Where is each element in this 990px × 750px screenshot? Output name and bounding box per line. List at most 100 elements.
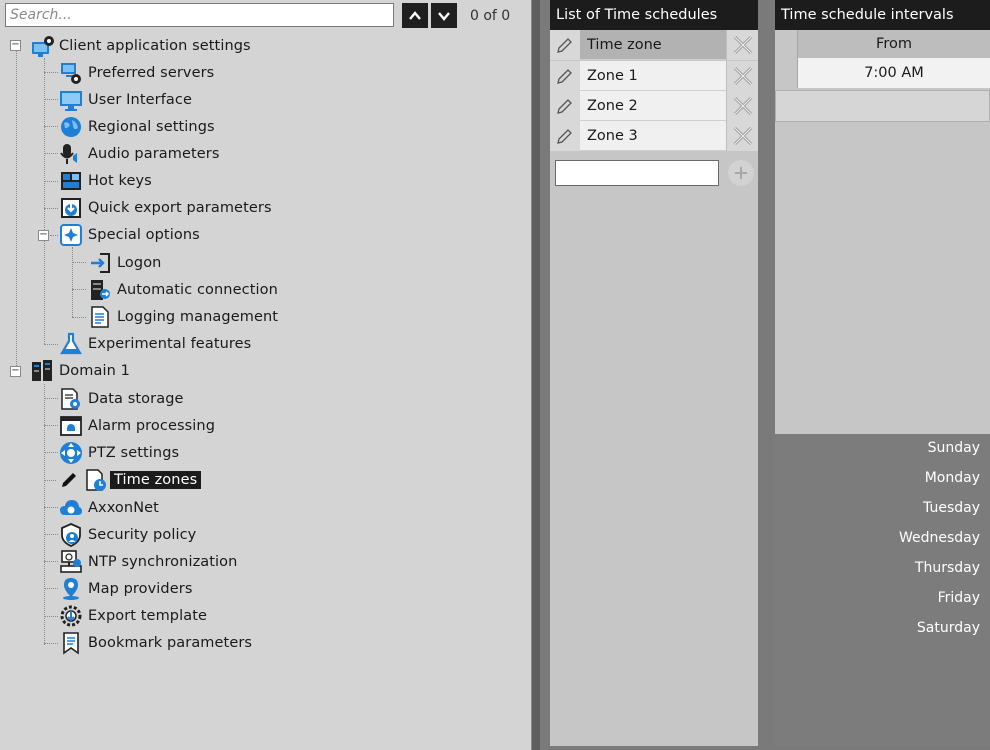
map-pin-icon bbox=[59, 577, 83, 601]
collapse-special-options-toggle[interactable]: − bbox=[38, 230, 49, 241]
pencil-icon bbox=[59, 468, 79, 492]
tree-item-client-settings[interactable]: Client application settings bbox=[30, 33, 251, 59]
servers-gear-icon bbox=[59, 61, 83, 85]
time-zone-row[interactable]: Zone 2 bbox=[550, 91, 758, 121]
tree-item-axxonnet[interactable]: AxxonNet bbox=[59, 495, 159, 521]
close-icon bbox=[733, 66, 752, 86]
tree-item-label: Alarm processing bbox=[88, 418, 216, 434]
tree-item-domain[interactable]: Domain 1 bbox=[30, 358, 130, 384]
servers-icon bbox=[30, 359, 54, 383]
tree-item-export-template[interactable]: Export template bbox=[59, 603, 207, 629]
tree-item-audio-parameters[interactable]: Audio parameters bbox=[59, 141, 220, 167]
logon-icon bbox=[88, 251, 112, 275]
tree-item-label: PTZ settings bbox=[88, 445, 180, 461]
monitor-icon bbox=[59, 88, 83, 112]
time-schedules-title: List of Time schedules bbox=[550, 0, 758, 30]
day-label-saturday: Saturday bbox=[916, 620, 980, 636]
tree-item-label: Data storage bbox=[88, 391, 184, 407]
previous-result-button[interactable] bbox=[402, 3, 428, 28]
tree-item-hot-keys[interactable]: Hot keys bbox=[59, 168, 152, 194]
time-zone-name[interactable]: Zone 2 bbox=[580, 91, 726, 121]
collapse-domain-toggle[interactable]: − bbox=[10, 366, 21, 377]
pencil-icon bbox=[550, 30, 580, 60]
tree-item-logging-management[interactable]: Logging management bbox=[88, 304, 278, 330]
keyboard-icon bbox=[59, 169, 83, 193]
tree-item-label: Special options bbox=[88, 227, 200, 243]
tree-item-user-interface[interactable]: User Interface bbox=[59, 87, 192, 113]
tree-item-experimental-features[interactable]: Experimental features bbox=[59, 331, 251, 357]
clock-document-icon bbox=[84, 468, 108, 492]
tree-item-ptz-settings[interactable]: PTZ settings bbox=[59, 440, 179, 466]
horizontal-scrollbar[interactable] bbox=[775, 90, 990, 122]
tree-item-bookmark-parameters[interactable]: Bookmark parameters bbox=[59, 630, 252, 656]
tree-item-label: Export template bbox=[88, 608, 208, 624]
network-clock-icon bbox=[59, 550, 83, 574]
tree-item-security-policy[interactable]: Security policy bbox=[59, 522, 196, 548]
chevron-up-icon bbox=[409, 10, 421, 20]
edit-zone-button[interactable] bbox=[550, 61, 580, 91]
tree-item-label: Quick export parameters bbox=[88, 200, 272, 216]
tree-item-preferred-servers[interactable]: Preferred servers bbox=[59, 60, 214, 86]
log-document-icon bbox=[88, 305, 112, 329]
tree-item-label: AxxonNet bbox=[88, 500, 159, 516]
edit-zone-button[interactable] bbox=[550, 121, 580, 151]
search-input[interactable] bbox=[5, 3, 394, 27]
tree-item-data-storage[interactable]: Data storage bbox=[59, 386, 184, 412]
from-column-header: From bbox=[797, 30, 990, 58]
flask-icon bbox=[59, 332, 83, 356]
schedule-intervals-title: Time schedule intervals bbox=[775, 0, 990, 30]
storage-gear-icon bbox=[59, 387, 83, 411]
add-zone-button[interactable] bbox=[728, 160, 754, 186]
tree-item-automatic-connection[interactable]: Automatic connection bbox=[88, 277, 278, 303]
day-label-sunday: Sunday bbox=[927, 440, 980, 456]
delete-zone-button[interactable] bbox=[726, 121, 758, 151]
tree-item-label: Map providers bbox=[88, 581, 193, 597]
interval-from-value[interactable]: 7:00 AM bbox=[797, 58, 990, 88]
tree-item-map-providers[interactable]: Map providers bbox=[59, 576, 192, 602]
interval-row-gutter bbox=[775, 30, 797, 88]
tree-item-ntp-synchronization[interactable]: NTP synchronization bbox=[59, 549, 237, 575]
bookmark-icon bbox=[59, 631, 83, 655]
search-result-count: 0 of 0 bbox=[470, 8, 511, 24]
tree-item-alarm-processing[interactable]: Alarm processing bbox=[59, 413, 215, 439]
tree-item-label: Time zones bbox=[110, 471, 202, 489]
next-result-button[interactable] bbox=[431, 3, 457, 28]
pencil-icon bbox=[557, 99, 572, 114]
export-icon bbox=[59, 196, 83, 220]
close-icon bbox=[733, 126, 752, 146]
monitor-gear-icon bbox=[30, 34, 54, 58]
time-zone-name[interactable]: Zone 3 bbox=[580, 121, 726, 151]
panel-splitter[interactable] bbox=[531, 0, 540, 750]
delete-icon bbox=[726, 30, 758, 60]
tree-item-label: Automatic connection bbox=[117, 282, 278, 298]
tree-item-time-zones[interactable]: Time zones bbox=[59, 467, 202, 493]
ptz-icon bbox=[59, 441, 83, 465]
edit-zone-button[interactable] bbox=[550, 91, 580, 121]
time-schedules-header-row: Time zone bbox=[550, 30, 758, 60]
tree-item-label: Bookmark parameters bbox=[88, 635, 253, 651]
tree-item-label: Regional settings bbox=[88, 119, 215, 135]
gear-export-icon bbox=[59, 604, 83, 628]
new-zone-input[interactable] bbox=[555, 160, 719, 186]
tree-item-quick-export[interactable]: Quick export parameters bbox=[59, 195, 272, 221]
close-icon bbox=[733, 96, 752, 116]
cloud-icon bbox=[59, 496, 83, 520]
tree-item-label: Client application settings bbox=[59, 38, 251, 54]
tree-item-special-options[interactable]: Special options bbox=[59, 222, 200, 248]
day-label-thursday: Thursday bbox=[914, 560, 980, 576]
tree-item-label: User Interface bbox=[88, 92, 192, 108]
day-label-friday: Friday bbox=[937, 590, 980, 606]
plus-icon bbox=[735, 167, 747, 179]
collapse-client-settings-toggle[interactable]: − bbox=[10, 40, 21, 51]
day-label-monday: Monday bbox=[924, 470, 980, 486]
shield-user-icon bbox=[59, 523, 83, 547]
time-zone-row[interactable]: Zone 1 bbox=[550, 61, 758, 91]
tree-item-logon[interactable]: Logon bbox=[88, 250, 161, 276]
day-label-wednesday: Wednesday bbox=[898, 530, 980, 546]
delete-zone-button[interactable] bbox=[726, 91, 758, 121]
schedule-intervals-panel: Time schedule intervals From 7:00 AM Sun… bbox=[770, 0, 990, 750]
delete-zone-button[interactable] bbox=[726, 61, 758, 91]
tree-item-regional-settings[interactable]: Regional settings bbox=[59, 114, 215, 140]
time-zone-name[interactable]: Zone 1 bbox=[580, 61, 726, 91]
time-zone-row[interactable]: Zone 3 bbox=[550, 121, 758, 151]
